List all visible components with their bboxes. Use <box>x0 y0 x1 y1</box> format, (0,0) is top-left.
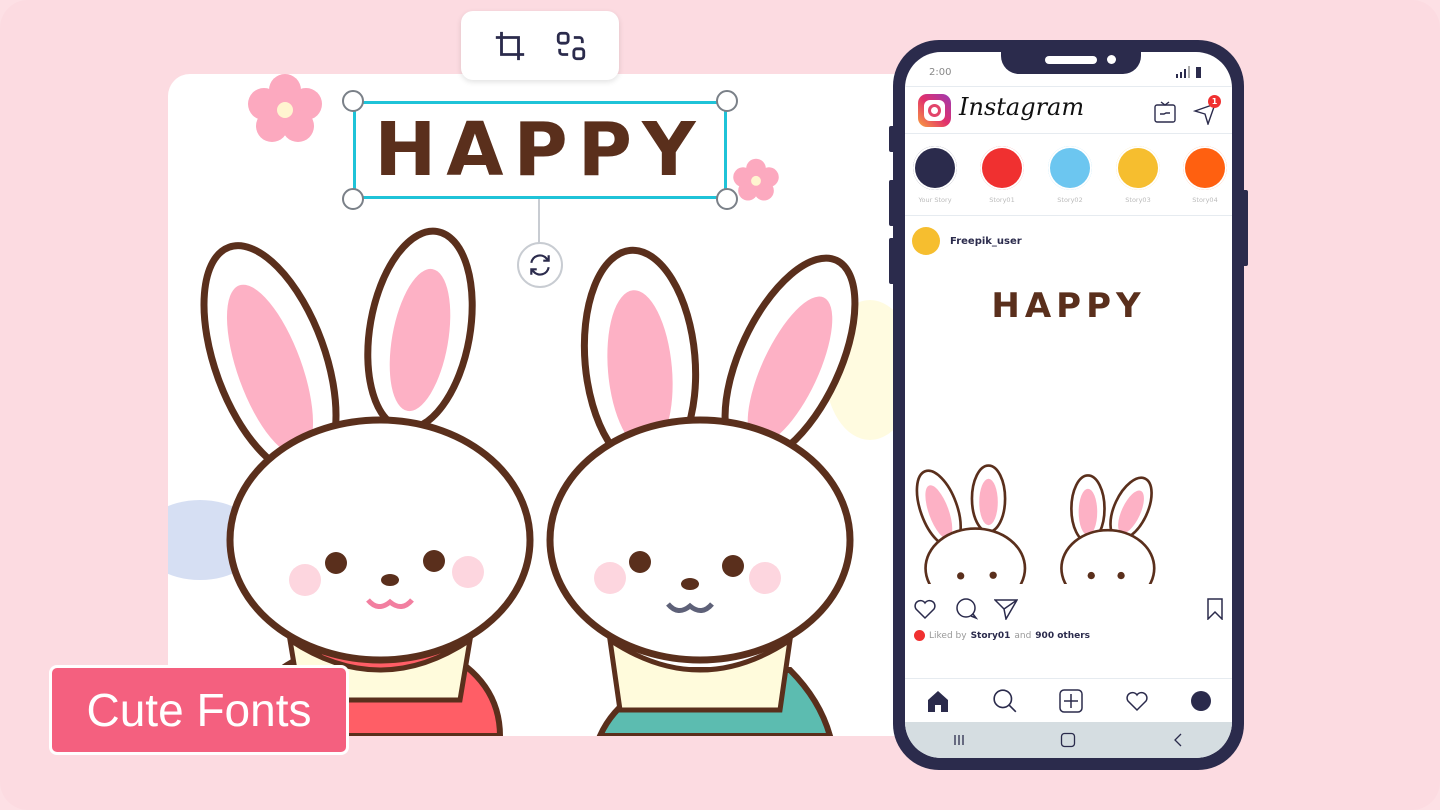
rotate-icon <box>530 254 550 276</box>
app-name: Instagram <box>959 93 1085 121</box>
flower-decoration-small <box>733 158 779 201</box>
flower-decoration <box>248 74 322 142</box>
rotate-handle[interactable] <box>517 242 563 288</box>
story-item[interactable]: Story02 <box>1047 146 1093 204</box>
cute-fonts-badge: Cute Fonts <box>49 665 349 755</box>
post-image: HAPPY <box>905 260 1232 584</box>
bottom-nav <box>905 678 1232 722</box>
instagram-logo-icon <box>918 94 951 127</box>
likes-summary: Liked by Story01 and 900 others <box>914 630 1090 641</box>
activity-heart-icon[interactable] <box>1125 690 1149 712</box>
rotate-stem <box>538 199 540 243</box>
post-actions <box>913 598 1224 622</box>
notch <box>1001 52 1141 74</box>
share-icon[interactable] <box>994 598 1018 620</box>
notification-badge: 1 <box>1208 95 1221 108</box>
home-button-icon[interactable] <box>1060 732 1076 748</box>
search-icon[interactable] <box>992 688 1018 714</box>
swap-icon[interactable] <box>554 29 588 63</box>
phone-button <box>1242 190 1248 266</box>
phone-button <box>889 238 895 284</box>
post-happy-text: HAPPY <box>991 286 1146 326</box>
liked-user-link[interactable]: Story01 <box>971 631 1011 641</box>
comment-icon[interactable] <box>954 598 978 620</box>
home-icon[interactable] <box>926 689 950 713</box>
resize-handle-tl[interactable] <box>342 90 364 112</box>
post-author[interactable]: Freepik_user <box>912 227 1022 255</box>
resize-handle-br[interactable] <box>716 188 738 210</box>
story-item[interactable]: Story04 <box>1182 146 1228 204</box>
add-post-icon[interactable] <box>1059 688 1084 713</box>
crop-icon[interactable] <box>493 29 527 63</box>
system-nav-bar <box>905 722 1232 758</box>
happy-text[interactable]: HAPPY <box>356 110 724 190</box>
igtv-icon[interactable] <box>1154 101 1176 123</box>
signal-battery-icon <box>1176 66 1201 78</box>
resize-handle-tr[interactable] <box>716 90 738 112</box>
phone-button <box>889 180 895 226</box>
post-bunnies <box>915 464 1156 584</box>
instagram-header: Instagram 1 <box>905 86 1232 134</box>
story-item[interactable]: Story01 <box>979 146 1025 204</box>
recent-apps-icon[interactable] <box>952 733 966 747</box>
back-icon[interactable] <box>1171 733 1185 747</box>
text-selection-box[interactable]: HAPPY <box>342 90 738 210</box>
bookmark-icon[interactable] <box>1206 598 1224 620</box>
phone-mockup: 2:00 Instagram 1 Your Story Story01 Stor… <box>889 40 1248 770</box>
profile-avatar[interactable] <box>1191 690 1212 711</box>
liked-others-link[interactable]: 900 others <box>1035 631 1090 641</box>
floating-toolbar <box>461 11 619 80</box>
resize-handle-bl[interactable] <box>342 188 364 210</box>
story-item[interactable]: Your Story <box>912 146 958 204</box>
like-icon[interactable] <box>913 598 937 620</box>
phone-screen: 2:00 Instagram 1 Your Story Story01 Stor… <box>905 52 1232 758</box>
phone-button <box>889 126 895 152</box>
status-time: 2:00 <box>929 67 952 78</box>
stories-row: Your Story Story01 Story02 Story03 Story… <box>905 134 1232 216</box>
story-item[interactable]: Story03 <box>1115 146 1161 204</box>
avatar <box>912 227 940 255</box>
